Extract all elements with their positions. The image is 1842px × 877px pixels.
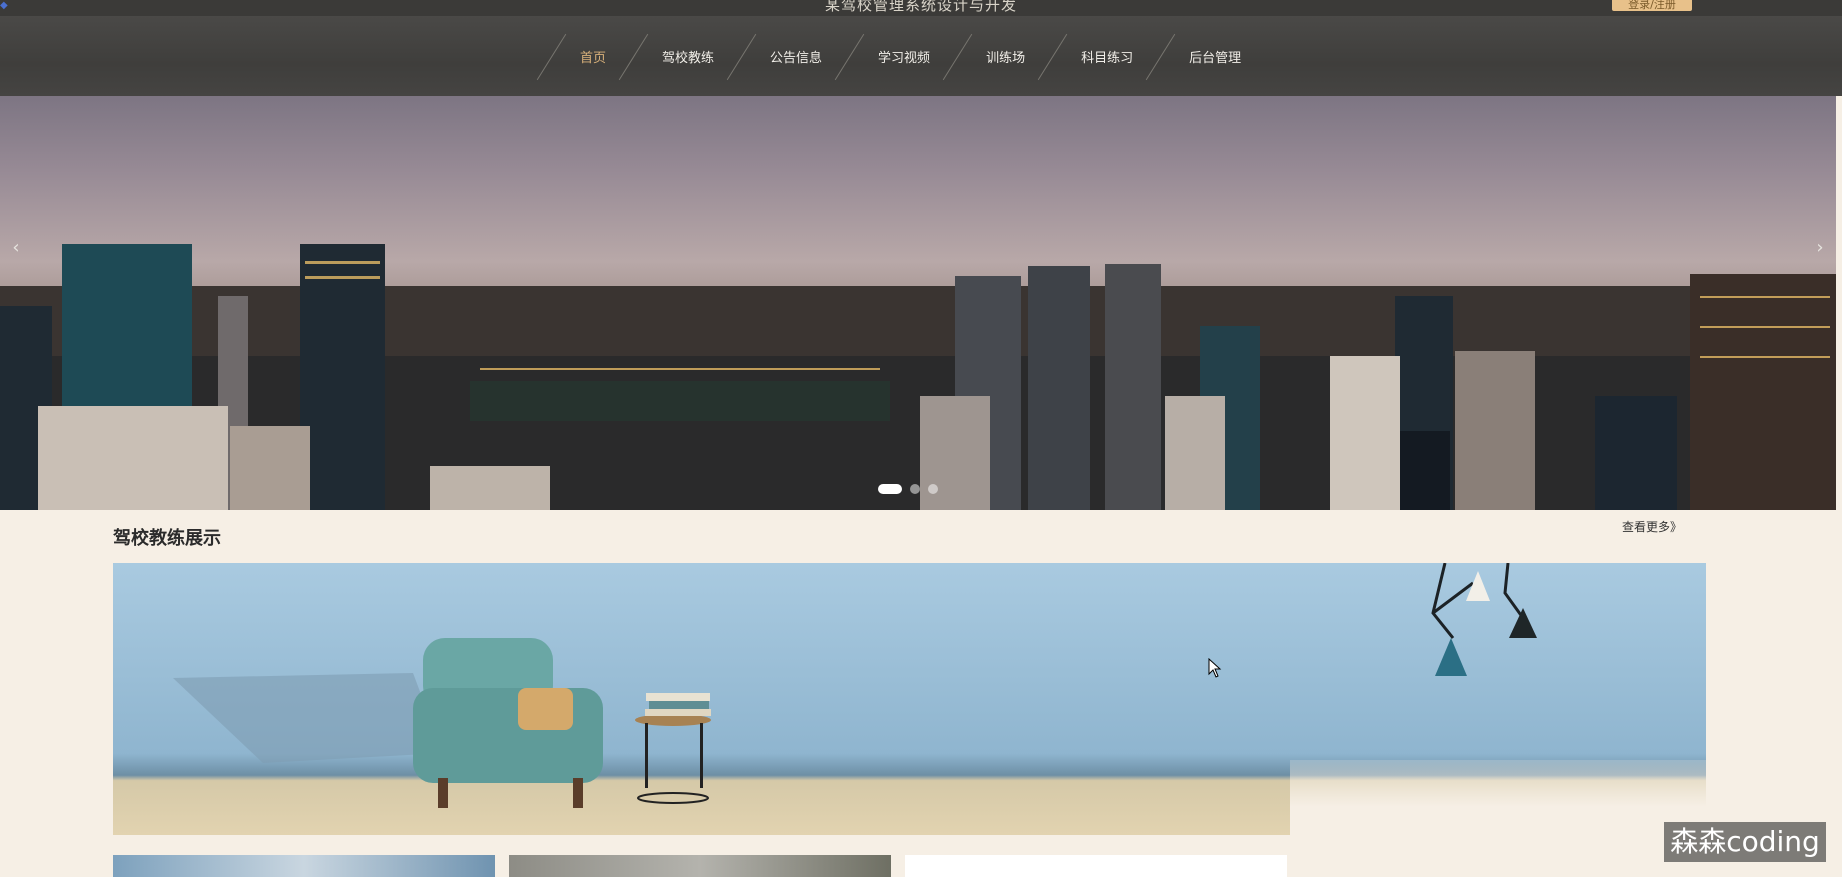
carousel-next-icon[interactable]: › — [1808, 236, 1832, 260]
carousel-indicators — [878, 484, 938, 494]
main-nav: 首页 驾校教练 公告信息 学习视频 训练场 科目练习 后台管理 — [0, 16, 1842, 96]
nav-separator — [1033, 16, 1073, 96]
hero-carousel[interactable]: ‹ › — [0, 96, 1836, 510]
nav-separator — [938, 16, 978, 96]
nav-separator — [722, 16, 762, 96]
login-button[interactable]: 登录/注册 — [1612, 0, 1692, 11]
top-bar: ◆ 某驾校管理系统设计与开发 登录/注册 — [0, 0, 1842, 16]
section-title: 驾校教练展示 — [113, 528, 221, 549]
coach-thumbnail[interactable] — [113, 855, 495, 877]
nav-item-videos[interactable]: 学习视频 — [870, 16, 938, 96]
nav-item-subject-practice[interactable]: 科目练习 — [1073, 16, 1141, 96]
nav-separator — [614, 16, 654, 96]
carousel-dot[interactable] — [878, 484, 902, 494]
view-more-link[interactable]: 查看更多》 — [1622, 518, 1682, 535]
city-skyline-image — [0, 244, 1836, 510]
nav-separator — [1141, 16, 1181, 96]
mouse-cursor-icon — [1208, 658, 1222, 678]
nav-item-training-ground[interactable]: 训练场 — [978, 16, 1033, 96]
watermark: 森森coding — [1664, 822, 1826, 862]
nav-separator — [830, 16, 870, 96]
nav-item-coaches[interactable]: 驾校教练 — [654, 16, 722, 96]
carousel-dot[interactable] — [928, 484, 938, 494]
coach-thumbnails — [113, 855, 1287, 877]
nav-item-home[interactable]: 首页 — [572, 16, 614, 96]
coach-thumbnail[interactable] — [509, 855, 891, 877]
carousel-prev-icon[interactable]: ‹ — [4, 236, 28, 260]
coach-thumbnail[interactable] — [905, 855, 1287, 877]
nav-item-admin[interactable]: 后台管理 — [1181, 16, 1249, 96]
nav-separator — [532, 16, 572, 96]
nav-item-announcements[interactable]: 公告信息 — [762, 16, 830, 96]
site-title: 某驾校管理系统设计与开发 — [824, 0, 1017, 14]
carousel-dot[interactable] — [910, 484, 920, 494]
